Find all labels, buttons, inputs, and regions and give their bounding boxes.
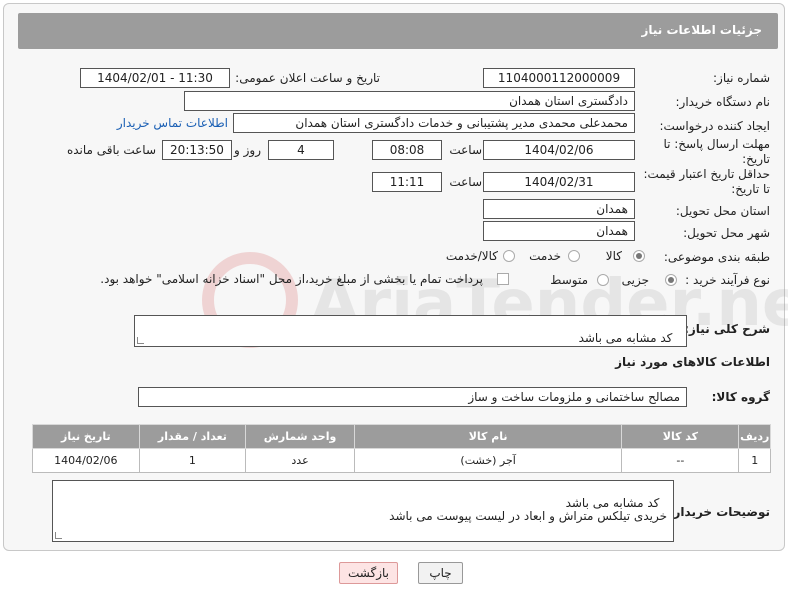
buyer-notes-text: کد مشابه می باشد خریدی تیلکس متراش و ابع… [389,496,667,523]
description-label: شرح کلی نیاز: [684,322,770,336]
category-both-radio[interactable] [503,250,515,262]
remaining-time-field[interactable]: 20:13:50 [162,140,232,160]
contact-buyer-link[interactable]: اطلاعات تماس خریدار [117,116,228,130]
table-row[interactable]: 1 -- آجر (خشت) عدد 1 1404/02/06 [32,448,771,473]
goods-table: ردیف کد کالا نام کالا واحد شمارش تعداد /… [32,424,771,473]
remaining-time-label: ساعت باقی مانده [66,143,156,157]
payment-note: پرداخت تمام یا بخشی از مبلغ خرید،از محل … [100,272,483,286]
days-label: روز و [234,143,261,157]
cell-qty: 1 [138,448,247,473]
panel-header: جزئیات اطلاعات نیاز [18,13,778,49]
city-label: شهر محل تحویل: [683,226,770,240]
resize-handle-icon[interactable] [137,337,144,344]
reply-deadline-label: مهلت ارسال پاسخ: تا تاریخ: [663,137,770,166]
col-unit: واحد شمارش [245,424,355,449]
col-code: کد کالا [621,424,740,449]
cell-name: آجر (خشت) [353,448,623,473]
process-label: نوع فرآیند خرید : [685,273,770,287]
buyer-notes-textarea[interactable]: کد مشابه می باشد خریدی تیلکس متراش و ابع… [52,480,674,542]
buyer-org-field[interactable]: دادگستری استان همدان [184,91,635,111]
goods-group-label: گروه کالا: [711,390,770,404]
announce-field[interactable]: 1404/02/01 - 11:30 [80,68,230,88]
buyer-org-label: نام دستگاه خریدار: [675,95,771,109]
description-textarea[interactable]: کد مشابه می باشد خریدی تیلکس متراش و ابع… [134,315,687,347]
reply-date-field[interactable]: 1404/02/06 [483,140,635,160]
city-field[interactable]: همدان [483,221,635,241]
category-service-radio[interactable] [568,250,580,262]
process-medium-radio[interactable] [597,274,609,286]
category-service-label: خدمت [529,249,561,263]
category-both-label: کالا/خدمت [445,249,498,263]
price-date-field[interactable]: 1404/02/31 [483,172,635,192]
price-time-label: ساعت [449,175,482,189]
goods-info-title: اطلاعات کالاهای مورد نیاز [615,355,770,369]
back-button[interactable]: بازگشت [339,562,398,584]
col-qty: تعداد / مقدار [138,424,247,449]
reply-time-field[interactable]: 08:08 [372,140,442,160]
panel-title: جزئیات اطلاعات نیاز [641,23,762,37]
col-name: نام کالا [353,424,623,449]
process-medium-label: متوسط [550,273,588,287]
print-button[interactable]: چاپ [418,562,463,584]
cell-row: 1 [738,448,771,473]
goods-group-field[interactable]: مصالح ساختمانی و ملزومات ساخت و ساز [138,387,687,407]
creator-label: ایجاد کننده درخواست: [659,119,770,133]
price-time-field[interactable]: 11:11 [372,172,442,192]
col-date: تاریخ نیاز [32,424,140,449]
reply-time-label: ساعت [449,143,482,157]
need-number-field[interactable]: 1104000112000009 [483,68,635,88]
col-row: ردیف [738,424,771,449]
creator-field[interactable]: محمدعلی محمدی مدیر پشتیبانی و خدمات دادگ… [233,113,635,133]
price-validity-label: حداقل تاریخ اعتبار قیمت: تا تاریخ: [643,167,770,196]
need-number-label: شماره نیاز: [713,71,770,85]
province-label: استان محل تحویل: [675,204,770,218]
buyer-notes-label: توضیحات خریدار: [668,505,770,519]
process-partial-label: جزیی [621,273,649,287]
cell-unit: عدد [245,448,355,473]
category-goods-radio[interactable] [633,250,645,262]
payment-checkbox[interactable] [497,273,509,285]
days-field[interactable]: 4 [268,140,334,160]
description-text: کد مشابه می باشد خریدی تیلکس متراش و ابع… [402,331,680,347]
province-field[interactable]: همدان [483,199,635,219]
cell-code: -- [621,448,740,473]
announce-label: تاریخ و ساعت اعلان عمومی: [235,71,380,85]
cell-date: 1404/02/06 [32,448,140,473]
process-partial-radio[interactable] [665,274,677,286]
category-goods-label: کالا [605,249,622,263]
table-header-row: ردیف کد کالا نام کالا واحد شمارش تعداد /… [32,424,771,449]
category-label: طبقه بندی موضوعی: [663,250,770,264]
resize-handle-icon[interactable] [55,532,62,539]
